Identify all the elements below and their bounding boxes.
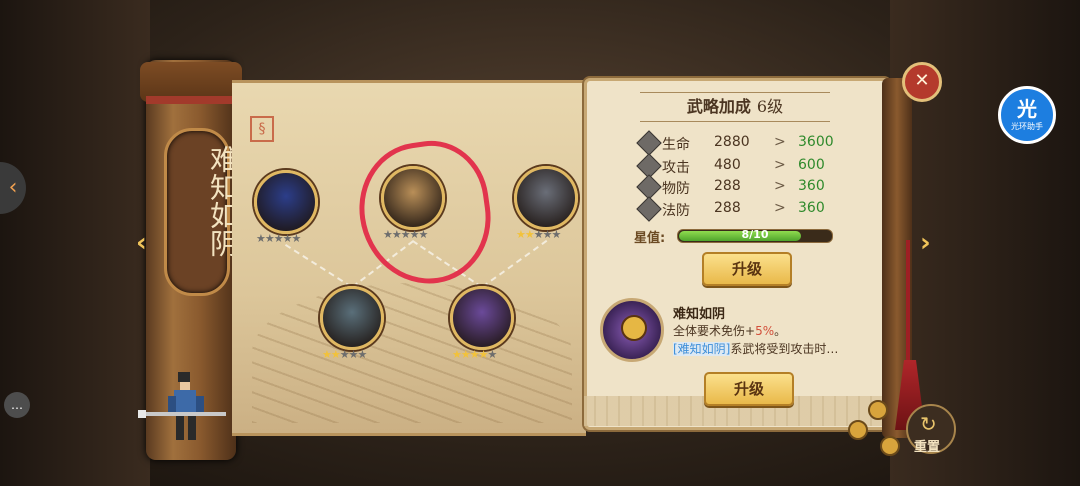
skill-icon[interactable] xyxy=(600,298,664,362)
star-empty-icon: ★ xyxy=(551,228,562,241)
star-empty-icon: ★ xyxy=(273,232,284,245)
reset-icon: ↻ xyxy=(920,412,937,436)
star-empty-icon: ★ xyxy=(348,348,359,361)
stat-next: 360 xyxy=(798,178,825,194)
upgrade-button[interactable]: 升级 xyxy=(702,252,792,286)
star-empty-icon: ★ xyxy=(264,232,275,245)
stat-next: 360 xyxy=(798,200,825,216)
star-rating: ★★★★★ xyxy=(452,348,498,361)
pixel-warrior-sprite xyxy=(138,372,226,440)
skill-desc-percent: 5% xyxy=(755,324,775,338)
star-filled-icon: ★ xyxy=(469,348,480,361)
page-title: 难知如阴 xyxy=(206,145,239,257)
star-filled-icon: ★ xyxy=(460,348,471,361)
chat-icon: … xyxy=(11,398,23,412)
heart-shield-icon xyxy=(636,130,662,156)
stat-next: 600 xyxy=(798,157,825,173)
star-progress-bar: 8/10 xyxy=(677,228,833,243)
star-rating: ★★★★★ xyxy=(256,232,302,245)
stat-name: 物防 xyxy=(662,181,690,197)
stat-current: 288 xyxy=(714,200,741,216)
stat-next: 3600 xyxy=(798,134,834,150)
badge-subtitle: 光环助手 xyxy=(1011,122,1043,131)
star-empty-icon: ★ xyxy=(357,348,368,361)
stat-row: 攻击 480 >600 xyxy=(636,153,860,179)
star-empty-icon: ★ xyxy=(542,228,553,241)
star-empty-icon: ★ xyxy=(256,232,266,245)
panel-heading-text: 武略加成 xyxy=(686,97,751,116)
stat-current: 288 xyxy=(714,178,741,194)
star-empty-icon: ★ xyxy=(533,228,544,241)
hero-scholar-portrait[interactable] xyxy=(320,286,384,350)
chat-button[interactable]: … xyxy=(4,392,30,418)
skill-description-2: [难知如阴]系武将受到攻击时… xyxy=(673,340,838,357)
skill-upgrade-button[interactable]: 升级 xyxy=(704,372,794,406)
stat-row: 生命 2880 >3600 xyxy=(636,130,860,156)
star-filled-icon: ★ xyxy=(524,228,535,241)
reset-label: 重置 xyxy=(914,440,941,455)
title-plate: 难知如阴 xyxy=(164,128,239,296)
seal-icon: § xyxy=(250,116,274,142)
stat-arrow: > xyxy=(774,200,786,216)
skill-name: 难知如阴 xyxy=(673,307,726,322)
assistant-badge[interactable]: 光 光环助手 xyxy=(998,86,1056,144)
next-arrow-icon[interactable]: › xyxy=(920,228,944,258)
star-empty-icon: ★ xyxy=(339,348,350,361)
tassel-cord xyxy=(906,240,910,370)
stat-arrow: > xyxy=(774,157,786,173)
skill-desc-suffix: 。 xyxy=(774,324,787,338)
stat-current: 2880 xyxy=(714,134,750,150)
coin-ornament xyxy=(848,420,868,440)
hero-lady-portrait[interactable] xyxy=(450,286,514,350)
skill-description: 全体要术免伤+5%。 xyxy=(673,322,786,339)
previous-arrow-icon[interactable]: ‹ xyxy=(136,228,160,258)
star-value-label: 星值: xyxy=(634,231,666,246)
lock-icon xyxy=(621,315,647,341)
star-filled-icon: ★ xyxy=(516,228,526,241)
stat-name: 生命 xyxy=(662,137,690,153)
star-filled-icon: ★ xyxy=(452,348,462,361)
badge-glyph: 光 xyxy=(1017,97,1037,121)
hero-locked-portrait[interactable] xyxy=(254,170,318,234)
panel-level: 6级 xyxy=(756,97,784,116)
star-empty-icon: ★ xyxy=(282,232,293,245)
stat-name: 攻击 xyxy=(662,160,690,176)
close-button[interactable]: ✕ xyxy=(902,62,942,102)
star-filled-icon: ★ xyxy=(330,348,341,361)
star-progress-text: 8/10 xyxy=(741,228,769,241)
panel-heading: 武略加成 6级 xyxy=(640,92,830,122)
star-filled-icon: ★ xyxy=(478,348,489,361)
stat-arrow: > xyxy=(774,134,786,150)
stat-arrow: > xyxy=(774,178,786,194)
coin-ornament xyxy=(868,400,888,420)
coin-ornament xyxy=(880,436,900,456)
skill-desc2-text: 系武将受到攻击时… xyxy=(730,342,839,356)
close-icon: ✕ xyxy=(914,70,930,91)
skill-desc-prefix: 全体要术免伤+ xyxy=(673,324,756,338)
star-rating: ★★★★★ xyxy=(516,228,562,241)
magic-defense-icon xyxy=(636,196,662,222)
back-arrow-icon: ‹ xyxy=(8,175,18,200)
paper-illustration xyxy=(252,283,572,423)
stat-name: 法防 xyxy=(662,203,690,219)
hero-elder-portrait[interactable] xyxy=(514,166,578,230)
star-empty-icon: ★ xyxy=(291,232,302,245)
stat-current: 480 xyxy=(714,157,741,173)
star-filled-icon: ★ xyxy=(322,348,332,361)
stat-row: 物防 288 >360 xyxy=(636,174,860,200)
scroll-rod-band xyxy=(146,96,236,104)
star-empty-icon: ★ xyxy=(487,348,498,361)
skill-tag: [难知如阴] xyxy=(673,342,731,356)
stat-row: 法防 288 >360 xyxy=(636,196,860,222)
star-rating: ★★★★★ xyxy=(322,348,368,361)
